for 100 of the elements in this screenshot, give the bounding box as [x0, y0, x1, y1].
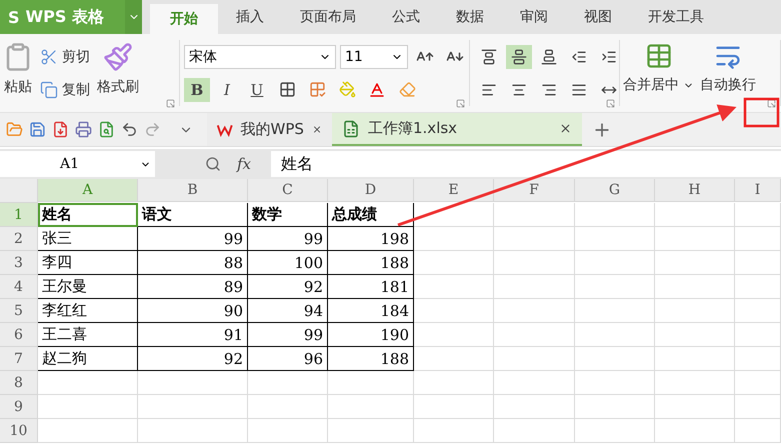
table-cell[interactable]: [735, 275, 781, 299]
table-cell[interactable]: [328, 395, 414, 419]
column-header[interactable]: F: [494, 179, 575, 202]
table-cell[interactable]: [655, 227, 735, 251]
table-cell[interactable]: [414, 251, 494, 275]
row-header[interactable]: 9: [0, 395, 38, 419]
table-cell[interactable]: 88: [138, 251, 248, 275]
table-cell[interactable]: [575, 371, 655, 395]
ribbon-tab[interactable]: 视图: [566, 0, 630, 34]
row-header[interactable]: 5: [0, 299, 38, 323]
table-cell[interactable]: [735, 251, 781, 275]
vertical-align-button[interactable]: [506, 44, 532, 68]
table-cell[interactable]: [494, 371, 575, 395]
ribbon-tab[interactable]: 数据: [438, 0, 502, 34]
name-box[interactable]: A1: [0, 151, 155, 177]
select-all-corner[interactable]: [0, 179, 38, 203]
column-header[interactable]: G: [575, 179, 655, 202]
dialog-launcher-icon[interactable]: [606, 99, 615, 108]
column-header[interactable]: H: [655, 179, 735, 202]
search-icon[interactable]: [205, 156, 221, 172]
table-cell[interactable]: [575, 251, 655, 275]
format-painter-button[interactable]: 格式刷: [94, 40, 142, 106]
table-cell[interactable]: [414, 347, 494, 371]
table-cell[interactable]: [575, 227, 655, 251]
table-cell[interactable]: [735, 419, 781, 443]
table-cell[interactable]: [138, 419, 248, 443]
table-cell[interactable]: 188: [328, 347, 414, 371]
table-cell[interactable]: [494, 275, 575, 299]
dialog-launcher-icon[interactable]: [767, 99, 776, 108]
ribbon-tab[interactable]: 开发工具: [630, 0, 722, 34]
ribbon-tab[interactable]: 审阅: [502, 0, 566, 34]
merge-center-button[interactable]: 合并居中: [620, 40, 697, 106]
redo-icon[interactable]: [144, 121, 161, 138]
table-cell[interactable]: 90: [138, 299, 248, 323]
table-cell[interactable]: 184: [328, 299, 414, 323]
table-cell[interactable]: [575, 275, 655, 299]
table-cell[interactable]: [575, 419, 655, 443]
table-cell[interactable]: [735, 227, 781, 251]
table-cell[interactable]: 总成绩: [328, 203, 414, 227]
table-cell[interactable]: [414, 203, 494, 227]
font-style-button[interactable]: B: [184, 78, 210, 102]
table-cell[interactable]: 94: [248, 299, 328, 323]
font-style-button[interactable]: U: [244, 78, 270, 102]
table-cell[interactable]: [38, 395, 138, 419]
undo-icon[interactable]: [121, 121, 138, 138]
table-cell[interactable]: [735, 371, 781, 395]
table-cell[interactable]: [655, 395, 735, 419]
cut-button[interactable]: 剪切: [36, 46, 94, 68]
table-cell[interactable]: [735, 323, 781, 347]
table-cell[interactable]: [735, 347, 781, 371]
table-cell[interactable]: 王二喜: [38, 323, 138, 347]
table-cell[interactable]: 100: [248, 251, 328, 275]
font-size-select[interactable]: 11: [340, 44, 408, 68]
font-name-select[interactable]: 宋体: [184, 44, 336, 68]
table-cell[interactable]: [248, 395, 328, 419]
paste-button[interactable]: 粘贴: [0, 40, 36, 106]
table-cell[interactable]: 198: [328, 227, 414, 251]
table-cell[interactable]: 181: [328, 275, 414, 299]
table-cell[interactable]: [414, 419, 494, 443]
table-cell[interactable]: 188: [328, 251, 414, 275]
table-cell[interactable]: [575, 203, 655, 227]
table-cell[interactable]: [655, 251, 735, 275]
table-cell[interactable]: [494, 323, 575, 347]
table-cell[interactable]: [138, 371, 248, 395]
table-cell[interactable]: [138, 395, 248, 419]
table-cell[interactable]: [655, 275, 735, 299]
table-cell[interactable]: 数学: [248, 203, 328, 227]
row-header[interactable]: 6: [0, 323, 38, 347]
table-cell[interactable]: [414, 371, 494, 395]
dialog-launcher-icon[interactable]: [166, 99, 175, 108]
document-tab[interactable]: 我的WPS: [207, 113, 332, 146]
table-cell[interactable]: 王尔曼: [38, 275, 138, 299]
table-cell[interactable]: 张三: [38, 227, 138, 251]
table-cell[interactable]: [655, 347, 735, 371]
table-cell[interactable]: [38, 419, 138, 443]
table-cell[interactable]: [248, 371, 328, 395]
table-cell[interactable]: [655, 203, 735, 227]
copy-button[interactable]: 复制: [36, 78, 94, 100]
table-cell[interactable]: [494, 347, 575, 371]
ribbon-tab[interactable]: 公式: [374, 0, 438, 34]
table-cell[interactable]: 190: [328, 323, 414, 347]
print-icon[interactable]: [75, 121, 92, 138]
print-preview-icon[interactable]: [98, 121, 115, 138]
table-cell[interactable]: [494, 419, 575, 443]
table-cell[interactable]: [735, 299, 781, 323]
row-header[interactable]: 7: [0, 347, 38, 371]
column-header[interactable]: B: [138, 179, 248, 202]
table-cell[interactable]: [655, 323, 735, 347]
row-header[interactable]: 2: [0, 227, 38, 251]
table-cell[interactable]: [735, 395, 781, 419]
table-cell[interactable]: [575, 347, 655, 371]
table-cell[interactable]: [494, 299, 575, 323]
app-menu-button[interactable]: [125, 0, 142, 34]
wrap-text-button[interactable]: 自动换行: [697, 40, 759, 106]
save-icon[interactable]: [29, 121, 46, 138]
table-cell[interactable]: 89: [138, 275, 248, 299]
table-cell[interactable]: 92: [248, 275, 328, 299]
table-cell[interactable]: [494, 203, 575, 227]
table-cell[interactable]: [655, 371, 735, 395]
table-cell[interactable]: 91: [138, 323, 248, 347]
